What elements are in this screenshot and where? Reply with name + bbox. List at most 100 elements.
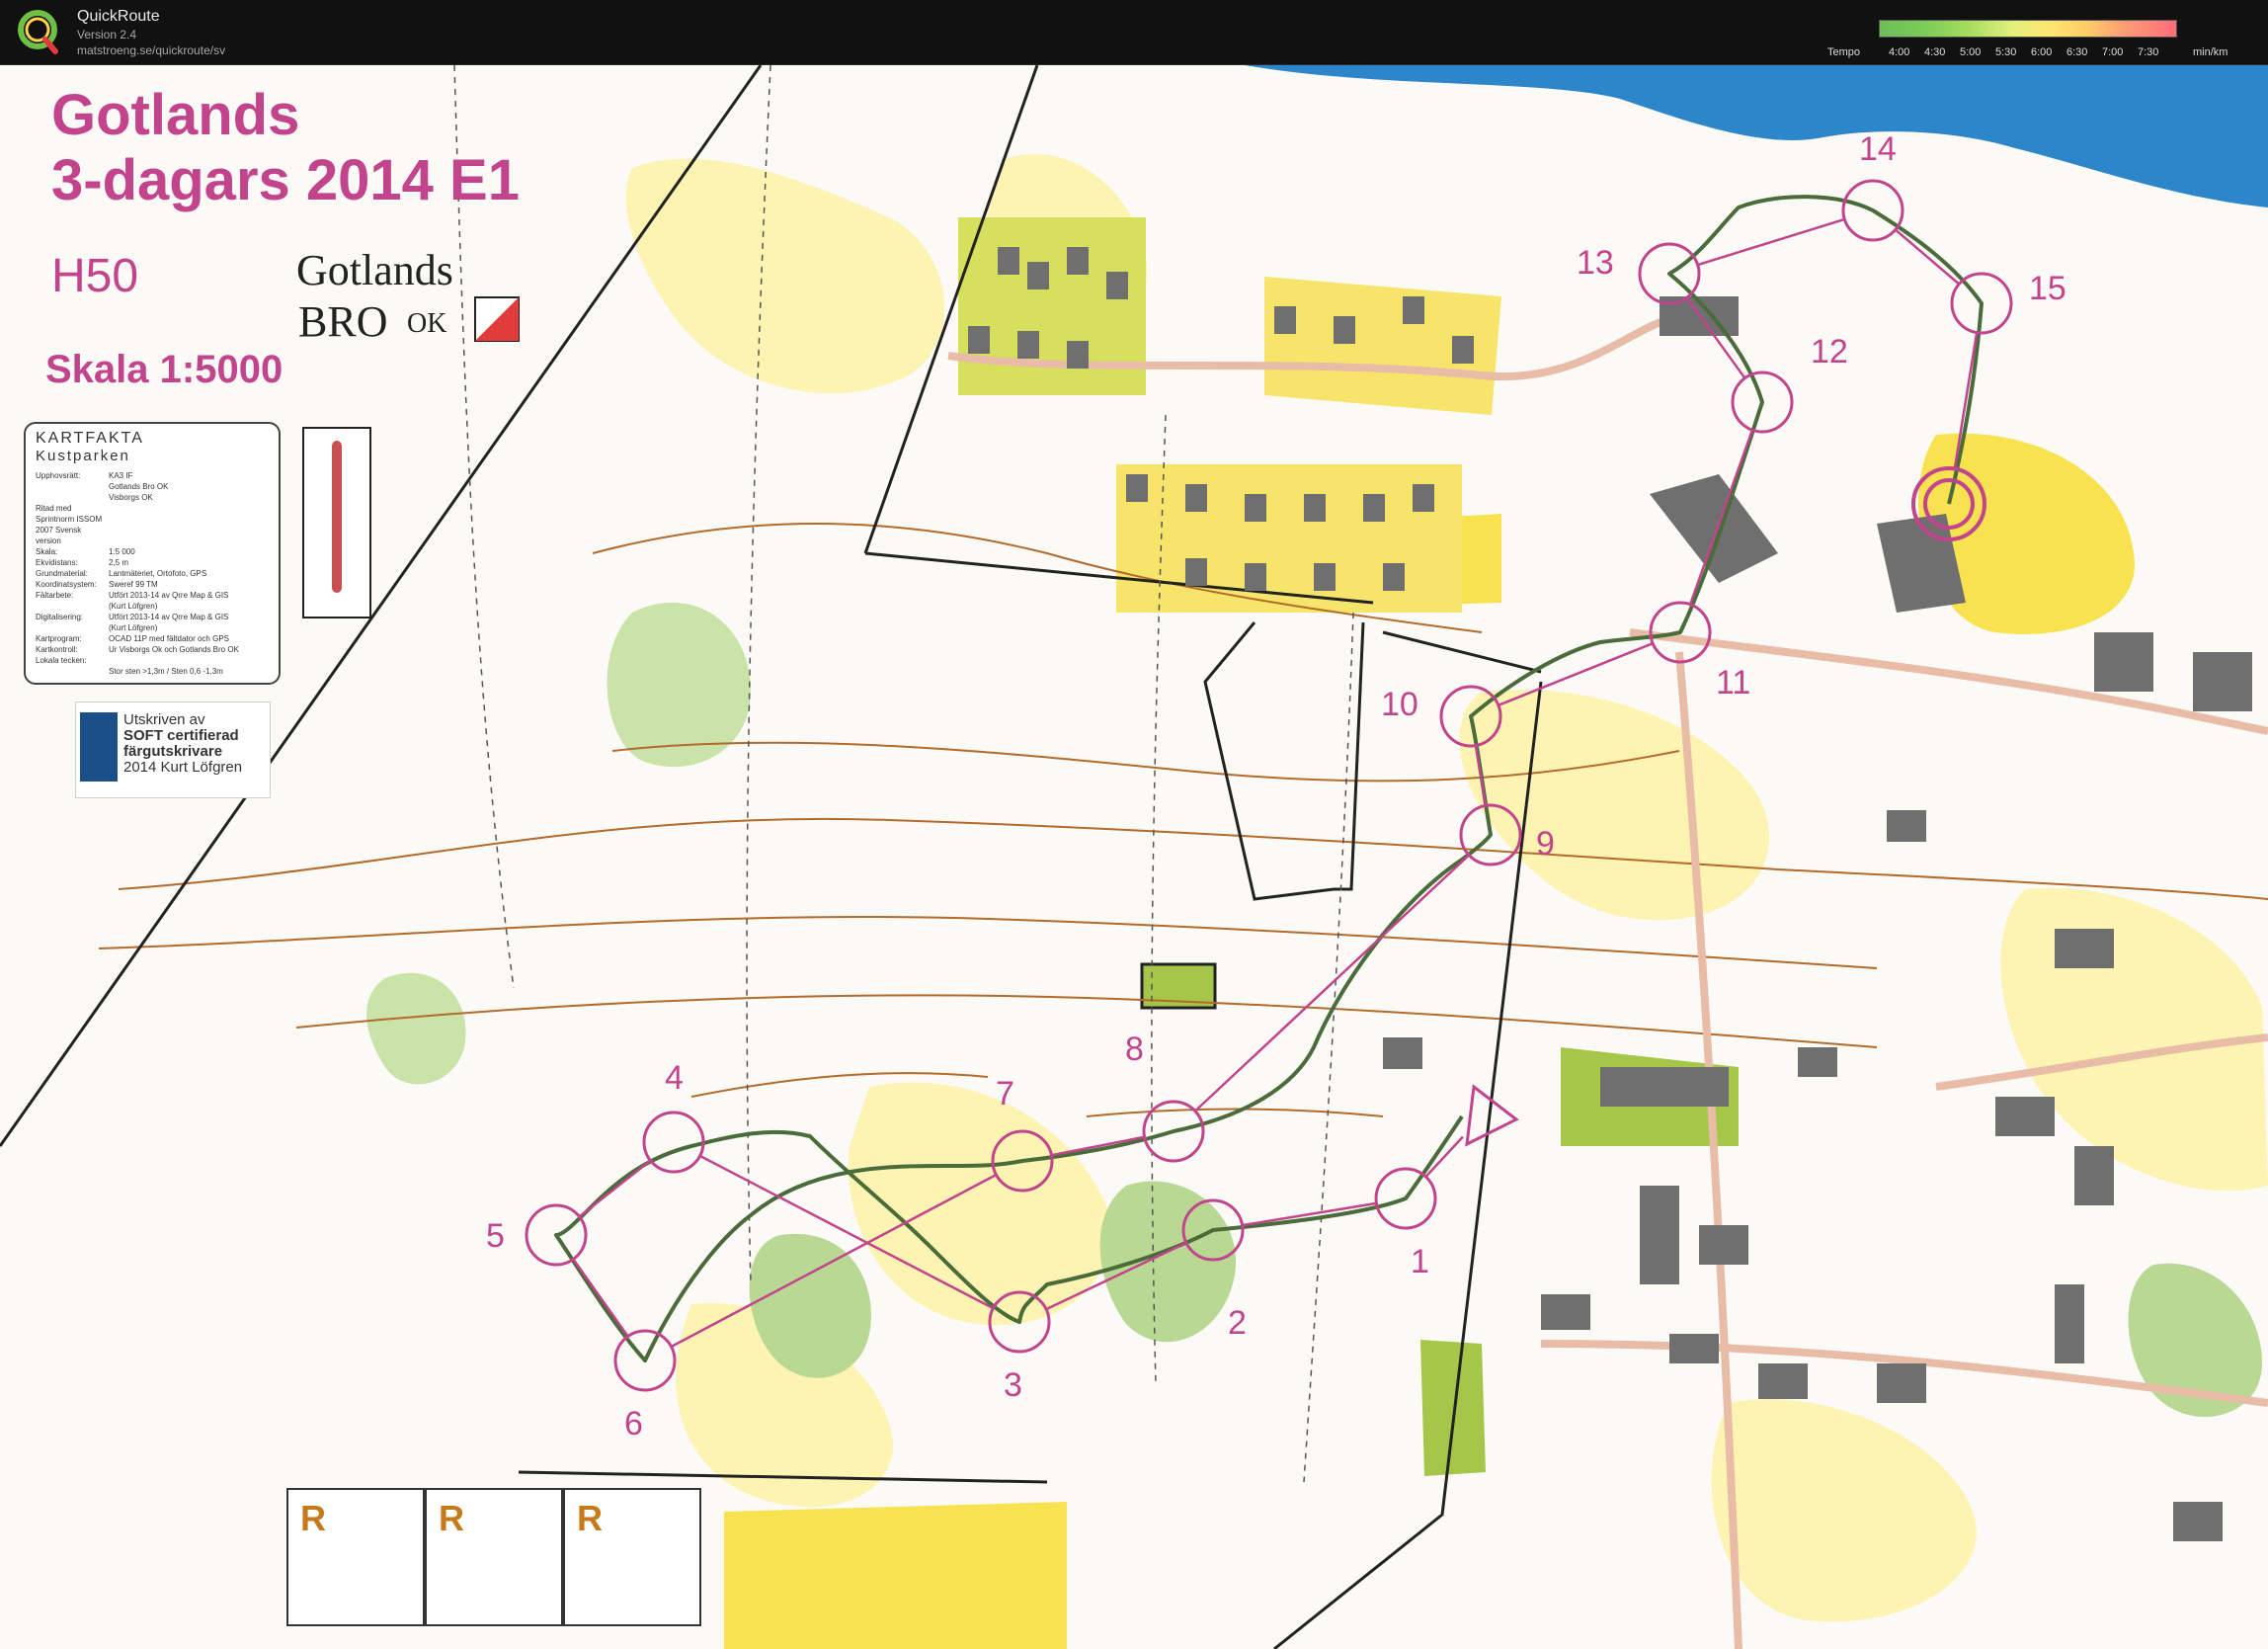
map-facts-row: Ekvidistans: 2,5 m [36,557,269,568]
map-facts-value: Lantmäteriet, Ortofoto, GPS [109,569,207,578]
map-facts-key: Lokala tecken: [36,656,87,665]
map-facts-key [36,666,109,677]
map-facts-row: Stor sten >1,3m / Sten 0,6 -1,3m [36,666,269,677]
reserve-box: R [425,1488,563,1626]
map-facts-value: 1:5 000 [109,547,135,556]
map-facts-rows: Upphovsrätt: KA3 IF Gotlands Bro OK Visborg… [36,470,269,677]
map-facts-row: Ritad med Sprintnorm ISSOM 2007 Svensk v… [36,503,269,546]
control-number-label: 10 [1381,686,1418,723]
map-facts-key [36,601,109,612]
event-title: Gotlands 3-dagars 2014 E1 [51,87,520,209]
map-facts-row: Koordinatsystem: Sweref 99 TM [36,579,269,590]
badge-text: Utskriven av SOFT certifierad färgutskri… [123,711,243,776]
map-facts-value: Stor sten >1,3m / Sten 0,6 -1,3m [109,667,223,676]
map-facts-value: (Kurt Löfgren) [109,623,158,632]
app-name: QuickRoute [77,8,160,25]
club-name-line1: Gotlands [296,246,453,294]
tempo-tick: 7:00 [2102,46,2124,58]
map-facts-key: Upphovsrätt: [36,471,81,480]
map-facts-title: KARTFAKTA [36,430,144,447]
map-facts-row: Fältarbete: Utfört 2013-14 av Qrre Map & … [36,590,269,601]
map-facts-row: Grundmaterial: Lantmäteriet, Ortofoto, GP… [36,568,269,579]
map-facts-value [109,503,269,546]
control-number-label: 12 [1811,333,1848,371]
app-title-bar: QuickRoute Version 2.4 matstroeng.se/qui… [0,0,2268,65]
yellow-field [724,1502,1067,1649]
tempo-tick: 7:30 [2138,46,2159,58]
map-facts-row: Kartprogram: OCAD 11P med fältdator och G… [36,633,269,644]
map-facts-row: Visborgs OK [36,492,269,503]
map-scale: Skala 1:5000 [45,348,284,391]
map-facts-value [109,655,269,666]
control-number-label: 2 [1228,1304,1247,1342]
map-facts-value: KA3 IF [109,471,133,480]
app-url[interactable]: matstroeng.se/quickroute/sv [77,43,225,57]
tempo-tick: 4:00 [1889,46,1910,58]
map-facts-value: Utfört 2013-14 av Qrre Map & GIS [109,591,229,600]
reserve-box: R [563,1488,701,1626]
control-description-box [302,427,371,618]
club-name-line2: BRO [298,297,388,346]
map-facts-subtitle: Kustparken [36,448,130,464]
control-number-label: 1 [1411,1243,1429,1280]
map-facts-panel: KARTFAKTA Kustparken Upphovsrätt: KA3 IF G… [24,422,281,685]
tempo-tick: 6:00 [2031,46,2053,58]
control-number-label: 4 [665,1059,684,1097]
map-facts-value: Sweref 99 TM [109,580,158,589]
map-facts-row: Gotlands Bro OK [36,481,269,492]
map-facts-row: (Kurt Löfgren) [36,622,269,633]
control-number-label: 11 [1716,664,1751,701]
map-facts-value: Utfört 2013-14 av Qrre Map & GIS [109,613,229,621]
control-number-label: 3 [1004,1366,1022,1404]
map-facts-value: Visborgs OK [109,493,153,502]
map-facts-value: (Kurt Löfgren) [109,602,158,611]
control-number-label: 13 [1577,244,1614,282]
club-name-ok: OK [407,308,447,339]
map-facts-row: (Kurt Löfgren) [36,601,269,612]
map-facts-key: Kartkontroll: [36,645,78,654]
tempo-tick: 6:30 [2066,46,2088,58]
control-number-label: 7 [996,1075,1014,1113]
map-facts-key [36,492,109,503]
map-facts-value: Ur Visborgs Ok och Gotlands Bro OK [109,645,239,654]
map-facts-value: 2,5 m [109,558,129,567]
tempo-label: Tempo [1827,46,1861,58]
map-facts-key [36,481,109,492]
olive-area [1420,1340,1486,1476]
reserve-box: R [286,1488,425,1626]
control-number-label: 5 [486,1217,505,1255]
tempo-tick: 4:30 [1924,46,1946,58]
map-facts-key [36,622,109,633]
tempo-unit: min/km [2193,46,2228,58]
map-facts-key: Grundmaterial: [36,569,88,578]
tempo-tick: 5:00 [1960,46,1982,58]
course-category: H50 [51,250,139,302]
control-number-label: 8 [1125,1031,1144,1068]
map-facts-row: Skala: 1:5 000 [36,546,269,557]
control-number-label: 14 [1859,130,1897,168]
map-facts-key: Fältarbete: [36,591,74,600]
map-facts-key: Digitalisering: [36,613,84,621]
app-version: Version 2.4 [77,28,137,41]
map-facts-key: Ritad med Sprintnorm ISSOM 2007 Svensk v… [36,504,103,545]
map-facts-row: Digitalisering: Utfört 2013-14 av Qrre Ma… [36,612,269,622]
control-number-label: 6 [624,1405,643,1443]
map-facts-value: OCAD 11P med fältdator och GPS [109,634,229,643]
quickroute-logo-icon [18,10,58,54]
map-facts-row: Upphovsrätt: KA3 IF [36,470,269,481]
map-facts-row: Kartkontroll: Ur Visborgs Ok och Gotlands… [36,644,269,655]
svensk-orientering-logo-icon [80,712,118,782]
map-facts-key: Kartprogram: [36,634,82,643]
orienteering-flag-icon [474,296,520,342]
map-facts-key: Koordinatsystem: [36,580,97,589]
control-description-marker [332,441,342,593]
map-facts-row: Lokala tecken: [36,655,269,666]
tempo-legend: Tempo 4:00 4:30 5:00 5:30 6:00 6:30 7:00… [1827,10,2254,59]
map-facts-value: Gotlands Bro OK [109,482,169,491]
club-logo: Gotlands BRO OK [296,245,524,348]
event-title-line1: Gotlands [51,83,300,147]
control-number-label: 9 [1536,825,1555,863]
control-number-label: 15 [2029,270,2066,307]
print-certification-badge: Utskriven av SOFT certifierad färgutskri… [75,701,271,798]
tempo-color-scale [1879,20,2177,38]
